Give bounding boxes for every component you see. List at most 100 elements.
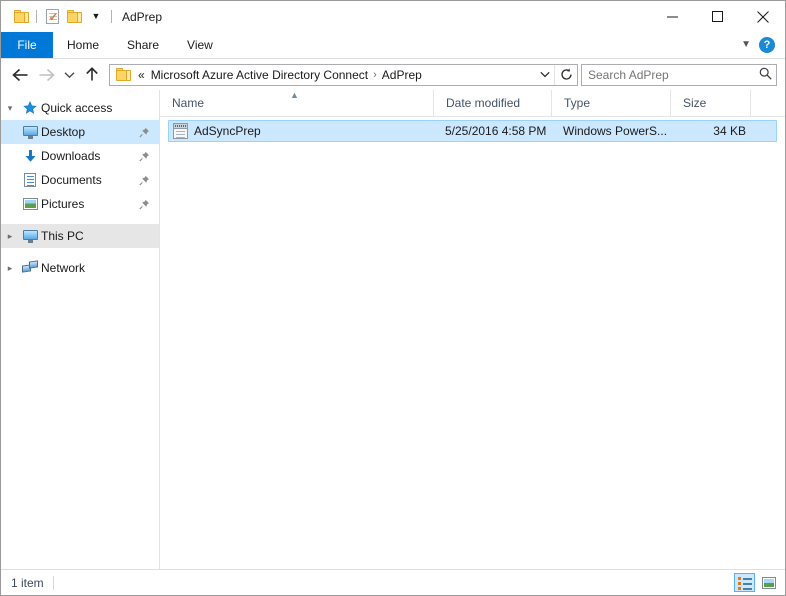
sidebar-item-label: Pictures: [41, 197, 85, 211]
chevron-down-icon[interactable]: ▼: [741, 40, 751, 50]
explorer-window: ✓ ▼ AdPrep File Home Share View ▼ ? « Mi…: [0, 0, 786, 596]
column-header-label: Size: [683, 96, 707, 110]
chevron-right-icon[interactable]: ▸: [1, 231, 19, 241]
view-mode-buttons: [734, 573, 779, 592]
search-box[interactable]: [581, 63, 777, 86]
up-button[interactable]: [79, 63, 105, 87]
back-button[interactable]: [7, 63, 33, 87]
qat-divider-1: [36, 10, 37, 23]
file-size-cell: 34 KB: [713, 124, 746, 138]
sidebar-item-documents[interactable]: Documents: [1, 168, 159, 192]
status-bar: 1 item: [1, 569, 785, 595]
download-arrow-icon: [19, 149, 41, 163]
search-input[interactable]: [588, 67, 759, 82]
sidebar-item-label: Quick access: [41, 101, 113, 115]
file-name-label: AdSyncPrep: [194, 124, 261, 138]
network-icon: [19, 260, 41, 275]
folder-glyph: [13, 10, 29, 23]
computer-icon: [19, 229, 41, 243]
pin-icon[interactable]: [137, 199, 151, 210]
window-controls: [650, 1, 785, 32]
monitor-icon: [19, 125, 41, 139]
sidebar-item-this-pc[interactable]: ▸ This PC: [1, 224, 159, 248]
properties-glyph: ✓: [45, 9, 59, 24]
sidebar-item-downloads[interactable]: Downloads: [1, 144, 159, 168]
breadcrumb-folder-icon: [116, 68, 131, 81]
breadcrumb-item-1[interactable]: AdPrep: [380, 68, 424, 82]
sidebar-item-pictures[interactable]: Pictures: [1, 192, 159, 216]
breadcrumb-dropdown-icon[interactable]: [536, 71, 554, 78]
column-header-label: Name: [172, 96, 205, 110]
maximize-button[interactable]: [695, 1, 740, 32]
large-icons-view-icon: [761, 576, 776, 589]
chevron-down-icon: ▼: [91, 11, 101, 21]
address-bar: « Microsoft Azure Active Directory Conne…: [1, 59, 785, 90]
forward-button[interactable]: [33, 63, 59, 87]
large-icons-view-button[interactable]: [758, 573, 779, 592]
refresh-button[interactable]: [554, 64, 577, 85]
qat-divider-2: [111, 10, 112, 23]
sidebar-item-quick-access[interactable]: ▾ Quick access: [1, 96, 159, 120]
properties-icon[interactable]: ✓: [41, 6, 63, 28]
new-folder-icon[interactable]: [63, 6, 85, 28]
file-list-pane: Name ▲ Date modified Type Size AdSyncPre…: [160, 90, 785, 569]
tab-home[interactable]: Home: [53, 32, 113, 58]
explorer-body: ▾ Quick access Desktop Downloads Documen…: [1, 90, 785, 569]
help-icon[interactable]: ?: [759, 37, 775, 53]
ribbon-right-controls: ▼ ?: [741, 32, 781, 58]
item-count-label: 1 item: [11, 575, 44, 590]
details-view-icon: [737, 576, 752, 590]
tab-view[interactable]: View: [173, 32, 227, 58]
file-date-cell: 5/25/2016 4:58 PM: [445, 124, 547, 138]
recent-locations-button[interactable]: [59, 63, 79, 87]
column-header-type[interactable]: Type: [551, 90, 670, 116]
chevron-down-icon[interactable]: ▾: [1, 103, 19, 113]
chevron-up-icon: ▲: [290, 90, 299, 100]
breadcrumb-overflow-icon[interactable]: «: [136, 68, 149, 82]
tab-share[interactable]: Share: [113, 32, 173, 58]
window-title: AdPrep: [122, 9, 163, 24]
title-bar: ✓ ▼ AdPrep: [1, 1, 785, 32]
chevron-right-icon[interactable]: ▸: [1, 263, 19, 273]
sidebar-item-desktop[interactable]: Desktop: [1, 120, 159, 144]
breadcrumb-item-0[interactable]: Microsoft Azure Active Directory Connect: [149, 68, 370, 82]
pin-icon[interactable]: [137, 151, 151, 162]
tab-file[interactable]: File: [1, 32, 53, 58]
column-header-label: Date modified: [446, 96, 521, 110]
sidebar-item-label: Network: [41, 261, 86, 275]
new-folder-glyph: [66, 10, 82, 23]
sidebar-item-label: This PC: [41, 229, 84, 243]
breadcrumb-bar[interactable]: « Microsoft Azure Active Directory Conne…: [109, 63, 578, 86]
breadcrumb: « Microsoft Azure Active Directory Conne…: [136, 68, 536, 82]
column-header-date-modified[interactable]: Date modified: [433, 90, 551, 116]
search-icon[interactable]: [759, 67, 772, 83]
minimize-button[interactable]: [650, 1, 695, 32]
breadcrumb-separator-0[interactable]: ›: [370, 69, 380, 81]
picture-icon: [19, 198, 41, 210]
powershell-script-icon: [173, 123, 188, 139]
status-divider: [52, 575, 54, 590]
column-header-size[interactable]: Size: [670, 90, 750, 116]
pin-icon[interactable]: [137, 175, 151, 186]
navigation-pane[interactable]: ▾ Quick access Desktop Downloads Documen…: [1, 90, 160, 569]
column-header-name[interactable]: Name ▲: [160, 90, 433, 116]
ribbon-tab-bar: File Home Share View ▼ ?: [1, 32, 785, 59]
sidebar-item-label: Desktop: [41, 125, 86, 139]
sidebar-item-label: Documents: [41, 173, 102, 187]
quick-access-toolbar: ✓ ▼ AdPrep: [1, 1, 162, 32]
customize-qat-icon[interactable]: ▼: [85, 6, 107, 28]
column-header-filler: [750, 90, 785, 116]
column-header-label: Type: [564, 96, 591, 110]
file-name-cell: AdSyncPrep: [169, 123, 438, 139]
star-icon: [19, 101, 41, 115]
column-headers: Name ▲ Date modified Type Size: [160, 90, 785, 117]
table-row[interactable]: AdSyncPrep 5/25/2016 4:58 PM Windows Pow…: [168, 120, 777, 142]
close-button[interactable]: [740, 1, 785, 32]
pin-icon[interactable]: [137, 127, 151, 138]
document-icon: [19, 173, 41, 187]
details-view-button[interactable]: [734, 573, 755, 592]
folder-icon[interactable]: [10, 6, 32, 28]
file-list[interactable]: AdSyncPrep 5/25/2016 4:58 PM Windows Pow…: [160, 117, 785, 569]
sidebar-item-network[interactable]: ▸ Network: [1, 256, 159, 280]
sidebar-item-label: Downloads: [41, 149, 101, 163]
